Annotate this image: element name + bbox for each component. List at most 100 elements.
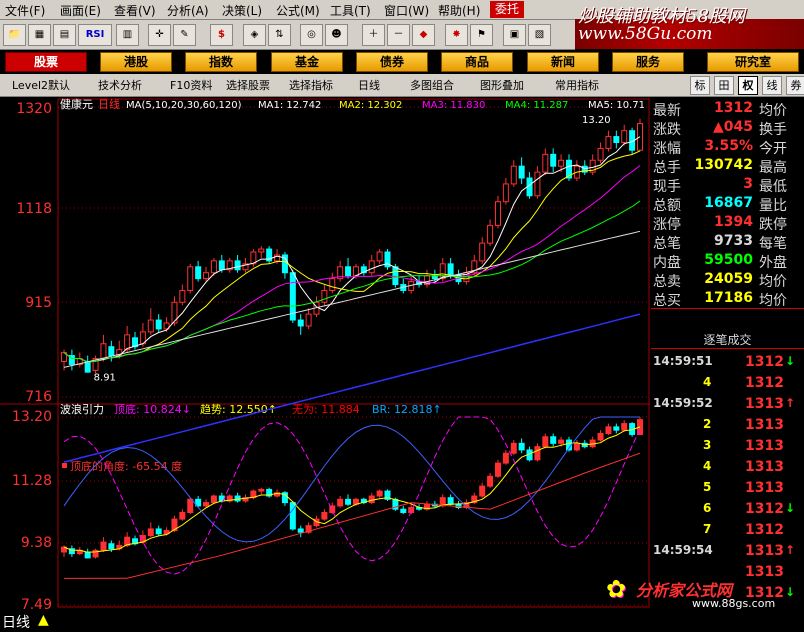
indicator-candle-body	[210, 495, 217, 504]
tick-arrow: ↓	[785, 501, 796, 515]
menu-item[interactable]: 窗口(W)	[384, 2, 429, 19]
indicator-name[interactable]: 波浪引力	[60, 402, 104, 416]
menu-item[interactable]: 文件(F)	[5, 2, 45, 19]
market-tab[interactable]: 港股	[100, 52, 172, 72]
indicator-candle-body	[558, 439, 565, 444]
brand-url: www.58Gu.com	[578, 24, 713, 44]
menu-item[interactable]: 画面(E)	[60, 2, 101, 19]
color-icon[interactable]: ◆	[412, 24, 435, 46]
candle-body	[368, 260, 375, 274]
quote-label: 最新	[653, 103, 681, 119]
chart-icon[interactable]: ▤	[53, 24, 76, 46]
chart-period[interactable]: 日线	[98, 97, 120, 111]
menu-item[interactable]: 决策(L)	[222, 2, 262, 19]
ruler-icon[interactable]: ✎	[173, 24, 196, 46]
analysis-menu-item[interactable]: 选择指标	[289, 77, 333, 93]
market-tab[interactable]: 商品	[441, 52, 513, 72]
analysis-menu-item[interactable]: 多图组合	[410, 77, 454, 93]
exchange-icon[interactable]: ◈	[243, 24, 266, 46]
quote-value: 1394	[714, 214, 753, 230]
analysis-menu-item[interactable]: 技术分析	[98, 77, 142, 93]
market-tab[interactable]: 研究室	[707, 52, 799, 72]
ma-value: MA3: 11.830	[422, 100, 485, 111]
chart-area[interactable]: 1320 1118 915 716 13.20 11.28 9.38 7.49 健康元 日线 MA(…	[0, 97, 650, 628]
tick-price: 1312	[745, 501, 784, 517]
crosshair-icon[interactable]: ✛	[148, 24, 171, 46]
market-tab[interactable]: 服务	[612, 52, 684, 72]
market-tab[interactable]: 新闻	[527, 52, 599, 72]
ticks-header[interactable]: 逐笔成交	[651, 331, 804, 348]
dollar-icon[interactable]: $	[210, 24, 233, 46]
low-price-label: 8.91	[94, 373, 116, 384]
quote-label: 现手	[653, 179, 681, 195]
analysis-menu-item[interactable]: 选择股票	[226, 77, 270, 93]
market-tab[interactable]: 基金	[271, 52, 343, 72]
quote-value: 59500	[704, 252, 753, 268]
quote-value: 1312	[714, 100, 753, 116]
star-icon[interactable]: ✸	[445, 24, 468, 46]
analysis-menu-item[interactable]: 日线	[358, 77, 380, 93]
candle-body	[210, 260, 217, 274]
analysis-menu-item[interactable]: Level2默认	[12, 77, 70, 93]
angle-label: 顶底的角度: -65.54 度	[70, 459, 182, 473]
chart-canvas[interactable]: 1320 1118 915 716 13.20 11.28 9.38 7.49 健康元 日线 MA(…	[0, 97, 650, 628]
indicator-tick-label: 7.49	[21, 597, 52, 611]
indicator-candle-body	[510, 442, 517, 454]
flower-icon: ✿	[606, 575, 627, 603]
market-tab[interactable]: 债券	[356, 52, 428, 72]
analysis-menu-item[interactable]: 常用指标	[555, 77, 599, 93]
people-icon[interactable]: ☻	[325, 24, 348, 46]
view-button[interactable]: 标	[690, 76, 710, 95]
indicator-candle-body	[494, 462, 501, 477]
menu-entrust[interactable]: 委托	[490, 1, 524, 18]
grid-icon[interactable]: ▦	[28, 24, 51, 46]
layout-icon[interactable]: ▧	[528, 24, 551, 46]
candle-body	[329, 278, 336, 291]
candle-body	[179, 289, 186, 303]
quote-value: ▲045	[713, 119, 753, 135]
flag-icon[interactable]: ⚑	[470, 24, 493, 46]
quote-label-right: 最高	[759, 160, 787, 176]
toolbar: 📁 ▦ ▤ RSI ▥ ✛ ✎ $ ◈ ⇅ ◎ ☻ ＋ － ◆ ✸ ⚑ ▣ ▧	[0, 20, 575, 50]
analysis-menu-item[interactable]: 图形叠加	[480, 77, 524, 93]
rsi-icon[interactable]: RSI	[78, 24, 112, 46]
view-button[interactable]: 线	[762, 76, 782, 95]
tick-price: 1312	[745, 354, 784, 370]
ma-value: MA5: 10.71	[588, 100, 645, 111]
menu-item[interactable]: 工具(T)	[330, 2, 371, 19]
menu-item[interactable]: 帮助(H)	[438, 2, 480, 19]
candle-body	[147, 319, 154, 333]
angle-marker-icon	[62, 463, 67, 468]
ma-line	[63, 200, 641, 363]
compare-icon[interactable]: ⇅	[268, 24, 291, 46]
zoom-out-icon[interactable]: －	[387, 24, 410, 46]
quote-panel: 最新 1312 均价 涨跌 ▲045 换手 涨幅 3.55% 今开 总手 130742 最高 现手 3 最低…	[651, 97, 804, 611]
view-button[interactable]: 权	[738, 76, 758, 95]
table-icon[interactable]: ▥	[116, 24, 139, 46]
indicator-candle-body	[534, 446, 541, 461]
quote-value: 17186	[704, 290, 753, 306]
ma-line-60	[63, 230, 641, 368]
menu-item[interactable]: 公式(M)	[276, 2, 320, 19]
ma-params: MA(5,10,20,30,60,120)	[126, 100, 242, 111]
view-button[interactable]: 券	[786, 76, 804, 95]
price-tick-label: 1118	[16, 201, 52, 217]
price-tick-label: 1320	[16, 101, 52, 117]
tick-qty: 3	[703, 438, 712, 452]
period-status[interactable]: 日线	[2, 612, 30, 632]
menu-item[interactable]: 查看(V)	[114, 2, 156, 19]
menu-item[interactable]: 分析(A)	[167, 2, 209, 19]
market-tab[interactable]: 指数	[185, 52, 257, 72]
candle-body	[534, 171, 541, 197]
zoom-in-icon[interactable]: ＋	[362, 24, 385, 46]
quote-label-right: 均价	[759, 103, 787, 119]
binoculars-icon[interactable]: ◎	[300, 24, 323, 46]
tick-price: 1313	[745, 396, 784, 412]
analysis-menu-item[interactable]: F10资料	[170, 77, 212, 93]
quote-value: 24059	[704, 271, 753, 287]
view-button[interactable]: 田	[714, 76, 734, 95]
candle-body	[218, 260, 225, 271]
folder-icon[interactable]: 📁	[3, 24, 26, 46]
market-tab[interactable]: 股票	[5, 52, 87, 72]
window-icon[interactable]: ▣	[503, 24, 526, 46]
